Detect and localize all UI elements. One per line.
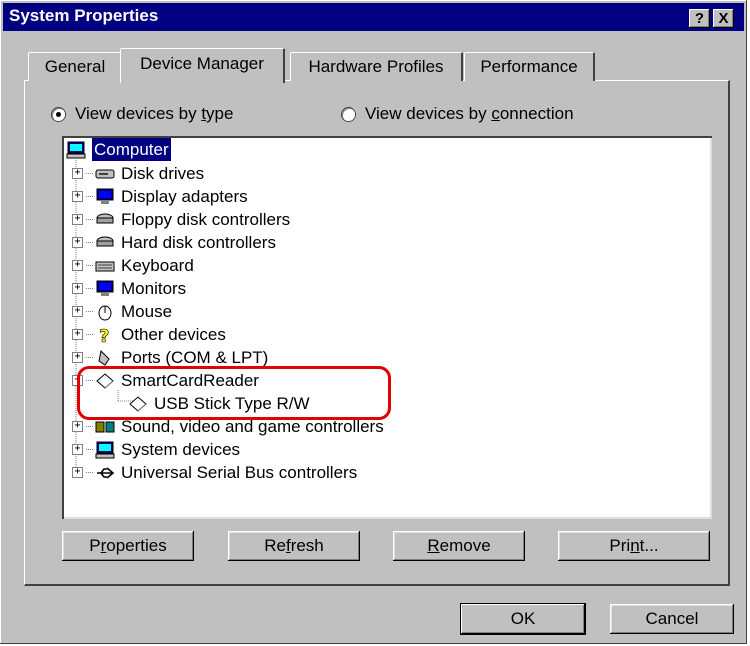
tab-general[interactable]: General <box>28 52 123 81</box>
expand-icon[interactable]: + <box>72 168 83 179</box>
tree-root-computer[interactable]: Computer <box>66 138 171 161</box>
tree-connector <box>86 426 93 427</box>
port-icon <box>98 349 110 366</box>
expand-icon[interactable]: + <box>72 283 83 294</box>
title-bar[interactable]: System Properties ? X <box>3 3 744 31</box>
tree-item[interactable]: + Keyboard <box>72 254 194 277</box>
ok-button[interactable]: OK <box>461 604 585 634</box>
tree-connector <box>86 219 93 220</box>
svg-text:?: ? <box>99 326 109 344</box>
tree-item[interactable]: + Monitors <box>72 277 186 300</box>
tree-item-label: System devices <box>121 440 241 459</box>
tree-item-label: Keyboard <box>121 256 194 275</box>
refresh-button[interactable]: Refresh <box>228 531 360 561</box>
tree-item[interactable]: + Floppy disk controllers <box>72 208 290 231</box>
tree-connector <box>86 334 93 335</box>
expand-icon[interactable]: + <box>72 444 83 455</box>
properties-button[interactable]: Properties <box>62 531 194 561</box>
tree-item-label: Other devices <box>121 325 226 344</box>
expand-icon[interactable]: + <box>72 421 83 432</box>
radio-empty-icon <box>342 107 355 121</box>
tree-item[interactable]: + Hard disk controllers <box>72 231 276 254</box>
expand-icon[interactable]: + <box>72 260 83 271</box>
usb-icon <box>97 466 115 479</box>
tree-item-label: Floppy disk controllers <box>121 210 291 229</box>
disk-drive-icon <box>95 169 115 178</box>
tree-item[interactable]: +? Other devices <box>72 323 226 346</box>
window-title: System Properties <box>9 6 159 25</box>
tree-item[interactable]: + Mouse <box>72 300 172 323</box>
expand-icon[interactable]: + <box>72 214 83 225</box>
expand-icon[interactable]: + <box>72 352 83 363</box>
tree-connector <box>86 449 93 450</box>
tree-item-label: Mouse <box>121 302 173 321</box>
system-properties-window: System Properties ? X General Device Man… <box>0 0 747 644</box>
view-by-connection-radio[interactable]: View devices by connection <box>342 104 574 124</box>
tree-connector <box>86 288 93 289</box>
tree-connector <box>86 357 93 358</box>
view-by-type-label: View devices by type <box>75 104 234 123</box>
tree-root-label: Computer <box>92 138 171 161</box>
tab-hardware-profiles[interactable]: Hardware Profiles <box>290 52 463 81</box>
tree-item[interactable]: + System devices <box>72 438 240 461</box>
tree-connector <box>86 196 93 197</box>
tree-item-label: Hard disk controllers <box>121 233 276 252</box>
view-by-type-radio[interactable]: View devices by type <box>52 104 233 124</box>
expand-icon[interactable]: + <box>72 306 83 317</box>
keyboard-icon <box>95 261 115 271</box>
tree-item[interactable]: + Display adapters <box>72 185 248 208</box>
tree-item-label: Universal Serial Bus controllers <box>121 463 358 482</box>
tab-device-manager[interactable]: Device Manager <box>120 48 285 83</box>
tree-item-label: Monitors <box>121 279 187 298</box>
help-button[interactable]: ? <box>689 9 710 28</box>
sound-icon <box>95 421 115 432</box>
print-button[interactable]: Print... <box>558 531 710 561</box>
tree-item[interactable]: + Universal Serial Bus controllers <box>72 461 357 484</box>
close-button[interactable]: X <box>713 9 734 28</box>
tree-connector <box>86 242 93 243</box>
mouse-icon <box>98 305 112 320</box>
cancel-button[interactable]: Cancel <box>610 604 734 634</box>
display-icon <box>96 188 114 204</box>
tree-connector <box>86 472 93 473</box>
remove-button[interactable]: Remove <box>393 531 525 561</box>
radio-selected-icon <box>52 107 65 121</box>
expand-icon[interactable]: + <box>72 237 83 248</box>
tree-item-label: Display adapters <box>121 187 248 206</box>
device-tree[interactable]: Computer + Disk drives + Display adapters + F… <box>62 136 712 519</box>
expand-icon[interactable]: + <box>72 329 83 340</box>
tree-connector <box>86 265 93 266</box>
highlight-ring <box>77 366 391 420</box>
system-icon <box>95 441 115 458</box>
controller-icon <box>96 213 114 223</box>
controller-icon <box>96 236 114 246</box>
monitor-icon <box>96 280 114 296</box>
tree-connector <box>86 311 93 312</box>
tree-item[interactable]: + Disk drives <box>72 162 204 185</box>
tree-connector <box>86 173 93 174</box>
tab-performance[interactable]: Performance <box>464 52 595 81</box>
question-icon: ? <box>99 326 110 344</box>
tree-item-label: Disk drives <box>121 164 205 183</box>
expand-icon[interactable]: + <box>72 191 83 202</box>
expand-icon[interactable]: + <box>72 467 83 478</box>
computer-icon <box>66 141 86 158</box>
view-by-connection-label: View devices by connection <box>365 104 574 123</box>
